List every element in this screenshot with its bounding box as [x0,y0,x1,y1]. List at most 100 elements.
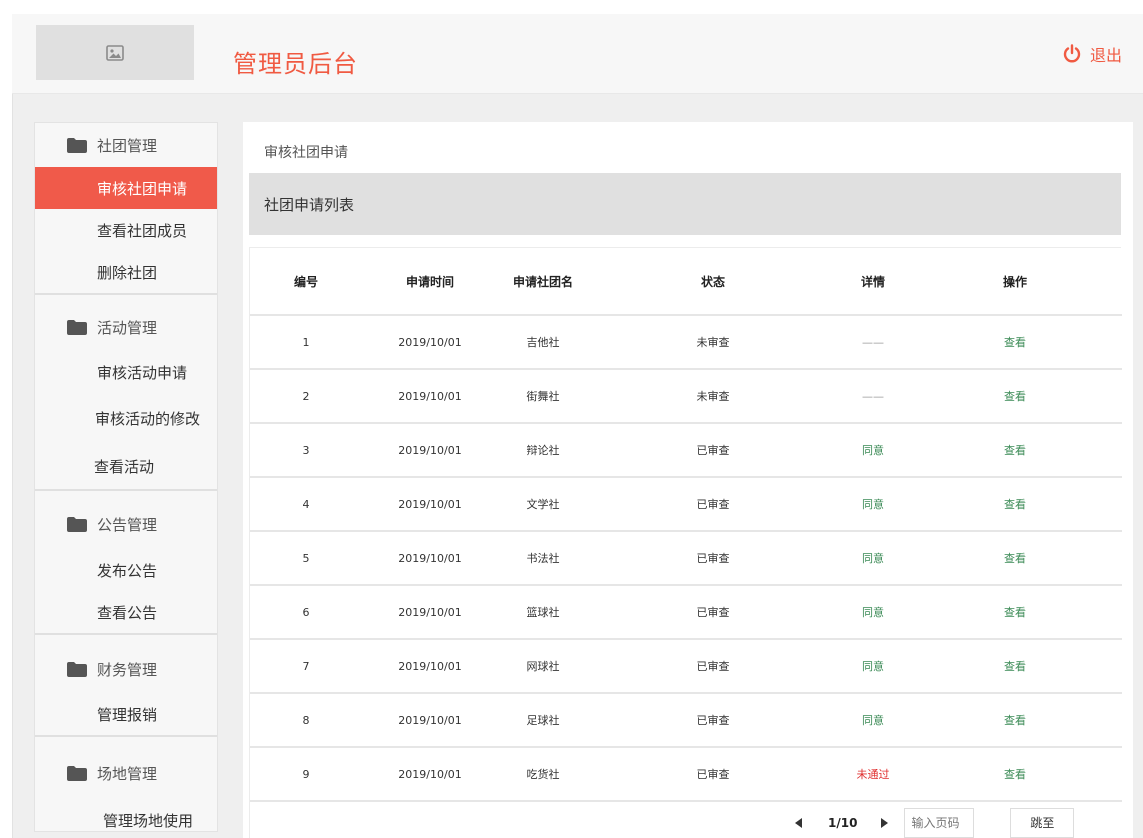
next-page-icon[interactable] [881,817,889,828]
cell-time: 2019/10/01 [362,531,498,586]
sidebar-group-header[interactable]: 场地管理 [35,737,217,799]
table-row: 6 2019/10/01 篮球社 已审查 同意 查看 [250,585,1122,640]
sidebar-item-review-activity-change[interactable]: 审核活动的修改 [35,393,217,443]
cell-detail: —— [838,315,908,370]
table-row: 3 2019/10/01 辩论社 已审查 同意 查看 [250,423,1122,478]
cell-status: 已审查 [588,531,838,586]
folder-icon [67,516,87,532]
cell-detail: 同意 [838,531,908,586]
sidebar-item-publish-notice[interactable]: 发布公告 [35,549,217,591]
sidebar-group-header[interactable]: 财务管理 [35,635,217,693]
cell-status: 未审查 [588,369,838,424]
view-link[interactable]: 查看 [908,531,1122,586]
cell-name: 足球社 [498,693,588,748]
sidebar-group-activity: 活动管理 审核活动申请 审核活动的修改 查看活动 [35,295,217,491]
sidebar-group-header[interactable]: 活动管理 [35,295,217,351]
view-link[interactable]: 查看 [908,747,1122,802]
sidebar-group-label: 社团管理 [97,136,158,155]
table-row: 8 2019/10/01 足球社 已审查 同意 查看 [250,693,1122,748]
column-header-id: 编号 [250,248,362,316]
main-content: 审核社团申请 社团申请列表 编号 申请时间 申请社团名 状态 详情 操作 1 2… [243,122,1133,838]
sidebar-group-notice: 公告管理 发布公告 查看公告 [35,491,217,635]
view-link[interactable]: 查看 [908,423,1122,478]
cell-time: 2019/10/01 [362,585,498,640]
logo-placeholder [36,25,194,80]
cell-detail: 同意 [838,693,908,748]
folder-icon [67,137,87,153]
cell-time: 2019/10/01 [362,693,498,748]
cell-name: 吃货社 [498,747,588,802]
column-header-action: 操作 [908,248,1122,316]
sidebar-group-label: 公告管理 [97,515,158,534]
view-link[interactable]: 查看 [908,369,1122,424]
cell-time: 2019/10/01 [362,423,498,478]
sidebar: 社团管理 审核社团申请 查看社团成员 删除社团 活动管理 审核活动申请 审核活动… [34,122,218,832]
page-number-input[interactable] [904,807,975,838]
sidebar-group-header[interactable]: 社团管理 [35,123,217,167]
cell-status: 已审查 [588,639,838,694]
column-header-detail: 详情 [838,248,908,316]
sidebar-item-venue-use[interactable]: 管理场地使用 [35,799,217,831]
cell-status: 已审查 [588,477,838,532]
view-link[interactable]: 查看 [908,477,1122,532]
sidebar-group-finance: 财务管理 管理报销 [35,635,217,737]
cell-name: 文学社 [498,477,588,532]
cell-detail: 同意 [838,639,908,694]
sidebar-item-review-club[interactable]: 审核社团申请 [35,167,217,209]
sidebar-group-header[interactable]: 公告管理 [35,491,217,549]
cell-name: 篮球社 [498,585,588,640]
cell-name: 吉他社 [498,315,588,370]
cell-id: 8 [250,693,362,748]
prev-page-icon[interactable] [795,817,802,828]
folder-icon [67,765,87,781]
view-link[interactable]: 查看 [908,315,1122,370]
cell-status: 未审查 [588,315,838,370]
cell-detail: 同意 [838,423,908,478]
cell-id: 4 [250,477,362,532]
sidebar-item-review-activity[interactable]: 审核活动申请 [35,351,217,393]
list-title-text: 社团申请列表 [264,195,355,214]
sidebar-item-view-activity[interactable]: 查看活动 [35,443,217,489]
cell-time: 2019/10/01 [362,639,498,694]
sidebar-group-label: 活动管理 [97,318,158,337]
cell-status: 已审查 [588,585,838,640]
power-icon [1063,44,1081,63]
table-row: 4 2019/10/01 文学社 已审查 同意 查看 [250,477,1122,532]
cell-detail: 同意 [838,585,908,640]
jump-button[interactable]: 跳至 [1010,807,1075,838]
cell-status: 已审查 [588,747,838,802]
sidebar-item-reimbursement[interactable]: 管理报销 [35,693,217,735]
cell-time: 2019/10/01 [362,477,498,532]
sidebar-item-view-notice[interactable]: 查看公告 [35,591,217,633]
cell-name: 街舞社 [498,369,588,424]
sidebar-item-club-members[interactable]: 查看社团成员 [35,209,217,251]
cell-detail: —— [838,369,908,424]
cell-time: 2019/10/01 [362,747,498,802]
cell-name: 网球社 [498,639,588,694]
cell-status: 已审查 [588,423,838,478]
view-link[interactable]: 查看 [908,639,1122,694]
table-header-row: 编号 申请时间 申请社团名 状态 详情 操作 [250,248,1122,316]
table-row: 7 2019/10/01 网球社 已审查 同意 查看 [250,639,1122,694]
cell-time: 2019/10/01 [362,369,498,424]
cell-name: 辩论社 [498,423,588,478]
folder-icon [67,661,87,677]
sidebar-group-label: 财务管理 [97,660,158,679]
image-icon [106,44,124,61]
table-row: 9 2019/10/01 吃货社 已审查 未通过 查看 [250,747,1122,802]
cell-time: 2019/10/01 [362,315,498,370]
cell-id: 9 [250,747,362,802]
sidebar-item-delete-club[interactable]: 删除社团 [35,251,217,293]
sidebar-group-venue: 场地管理 管理场地使用 [35,737,217,831]
cell-id: 5 [250,531,362,586]
view-link[interactable]: 查看 [908,693,1122,748]
breadcrumb: 审核社团申请 [264,145,348,161]
view-link[interactable]: 查看 [908,585,1122,640]
cell-detail: 未通过 [838,747,908,802]
table-row: 2 2019/10/01 街舞社 未审查 —— 查看 [250,369,1122,424]
column-header-status: 状态 [588,248,838,316]
sidebar-group-club: 社团管理 审核社团申请 查看社团成员 删除社团 [35,123,217,295]
logout-button[interactable]: 退出 [1062,42,1122,66]
page-title: 管理员后台 [233,50,358,78]
folder-icon [67,319,87,335]
